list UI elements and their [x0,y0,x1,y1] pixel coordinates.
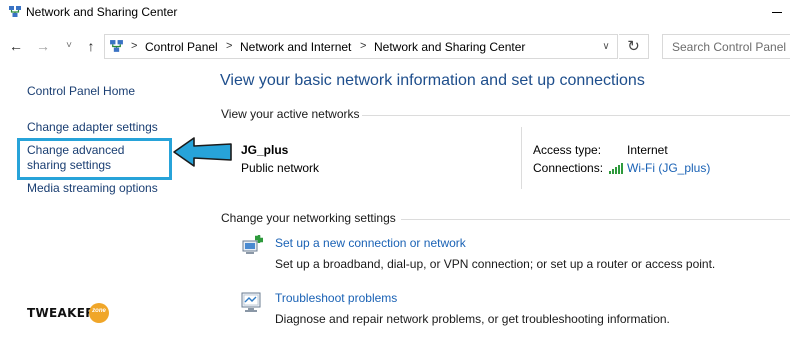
sidebar-item-media-streaming-options[interactable]: Media streaming options [27,181,158,195]
page-title: View your basic network information and … [220,72,645,89]
forward-arrow-icon[interactable]: → [35,38,51,54]
highlight-annotation-box [17,138,172,180]
breadcrumb-separator-icon[interactable]: > [226,40,232,52]
tweaker-badge: zone [89,303,109,323]
breadcrumb-separator-icon[interactable]: > [131,40,137,52]
change-settings-label: Change your networking settings [221,211,396,225]
sidebar-item-change-adapter-settings[interactable]: Change adapter settings [27,120,158,134]
search-input[interactable]: Search Control Panel [662,34,790,59]
troubleshoot-problems-description: Diagnose and repair network problems, or… [275,312,670,326]
minimize-button[interactable] [766,0,790,26]
tweaker-badge-text: zone [92,308,106,314]
new-connection-icon [242,235,263,254]
address-dropdown-icon[interactable]: ∨ [597,38,615,56]
wifi-connection-link[interactable]: Wi-Fi (JG_plus) [627,161,710,175]
tweaker-brand-text: TWEAKER [27,306,95,320]
up-arrow-icon[interactable]: ↑ [83,38,99,54]
network-category: Public network [241,161,320,175]
recent-locations-chevron-icon[interactable]: ˅ [61,38,77,54]
breadcrumb-separator-icon[interactable]: > [360,40,366,52]
section-divider [362,115,790,116]
address-bar[interactable]: > Control Panel > Network and Internet >… [104,34,618,59]
network-center-icon [110,40,123,52]
network-center-icon [9,6,21,17]
active-networks-label: View your active networks [221,107,360,121]
section-divider [401,219,790,220]
breadcrumb-control-panel[interactable]: Control Panel [145,40,218,54]
vertical-divider [521,127,522,189]
refresh-button[interactable]: ↻ [619,34,649,59]
back-arrow-icon[interactable]: ← [8,38,24,54]
troubleshoot-problems-link[interactable]: Troubleshoot problems [275,291,397,305]
setup-new-connection-link[interactable]: Set up a new connection or network [275,236,466,250]
access-type-label: Access type: [533,143,602,157]
title-bar: Network and Sharing Center [0,0,790,26]
troubleshoot-icon [241,292,261,312]
sidebar-item-control-panel-home[interactable]: Control Panel Home [27,84,135,98]
network-name: JG_plus [241,143,289,157]
wifi-signal-icon [609,163,623,174]
breadcrumb-network-and-internet[interactable]: Network and Internet [240,40,351,54]
search-placeholder: Search Control Panel [672,40,787,54]
connections-label: Connections: [533,161,604,175]
pointer-arrow-icon [173,137,232,167]
window-title: Network and Sharing Center [26,5,178,19]
access-type-value: Internet [627,143,668,157]
setup-new-connection-description: Set up a broadband, dial-up, or VPN conn… [275,257,716,271]
breadcrumb-network-and-sharing-center[interactable]: Network and Sharing Center [374,40,525,54]
